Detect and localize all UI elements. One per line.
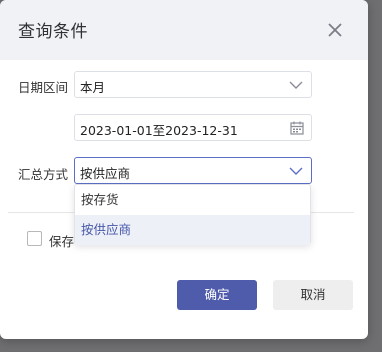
- cancel-button[interactable]: 取消: [273, 280, 353, 310]
- chevron-down-icon: [289, 167, 303, 175]
- summary-method-value: 按供应商: [80, 166, 131, 181]
- ok-button[interactable]: 确定: [177, 280, 257, 310]
- summary-method-dropdown: 按存货 按供应商: [74, 184, 311, 245]
- date-range-picker[interactable]: 2023-01-01至2023-12-31: [74, 114, 312, 141]
- dialog-title: 查询条件: [18, 22, 88, 42]
- summary-method-label: 汇总方式: [18, 167, 69, 182]
- date-period-select[interactable]: 本月: [74, 71, 312, 98]
- date-range-value: 2023-01-01至2023-12-31: [80, 123, 238, 138]
- calendar-icon[interactable]: [290, 121, 304, 135]
- date-range-label: 日期区间: [18, 80, 69, 95]
- dropdown-option-by-inventory[interactable]: 按存货: [75, 185, 310, 215]
- query-dialog: 查询条件 日期区间 本月 2023-01-01至2023-12-31 汇总方式 …: [0, 0, 368, 339]
- save-checkbox[interactable]: [27, 231, 42, 246]
- close-icon[interactable]: [325, 20, 345, 40]
- summary-method-select[interactable]: 按供应商: [74, 157, 312, 184]
- date-period-value: 本月: [80, 80, 106, 95]
- dialog-header: 查询条件: [0, 0, 368, 60]
- chevron-down-icon: [289, 81, 303, 89]
- dropdown-option-by-supplier[interactable]: 按供应商: [75, 215, 310, 245]
- save-checkbox-label: 保存: [49, 234, 75, 249]
